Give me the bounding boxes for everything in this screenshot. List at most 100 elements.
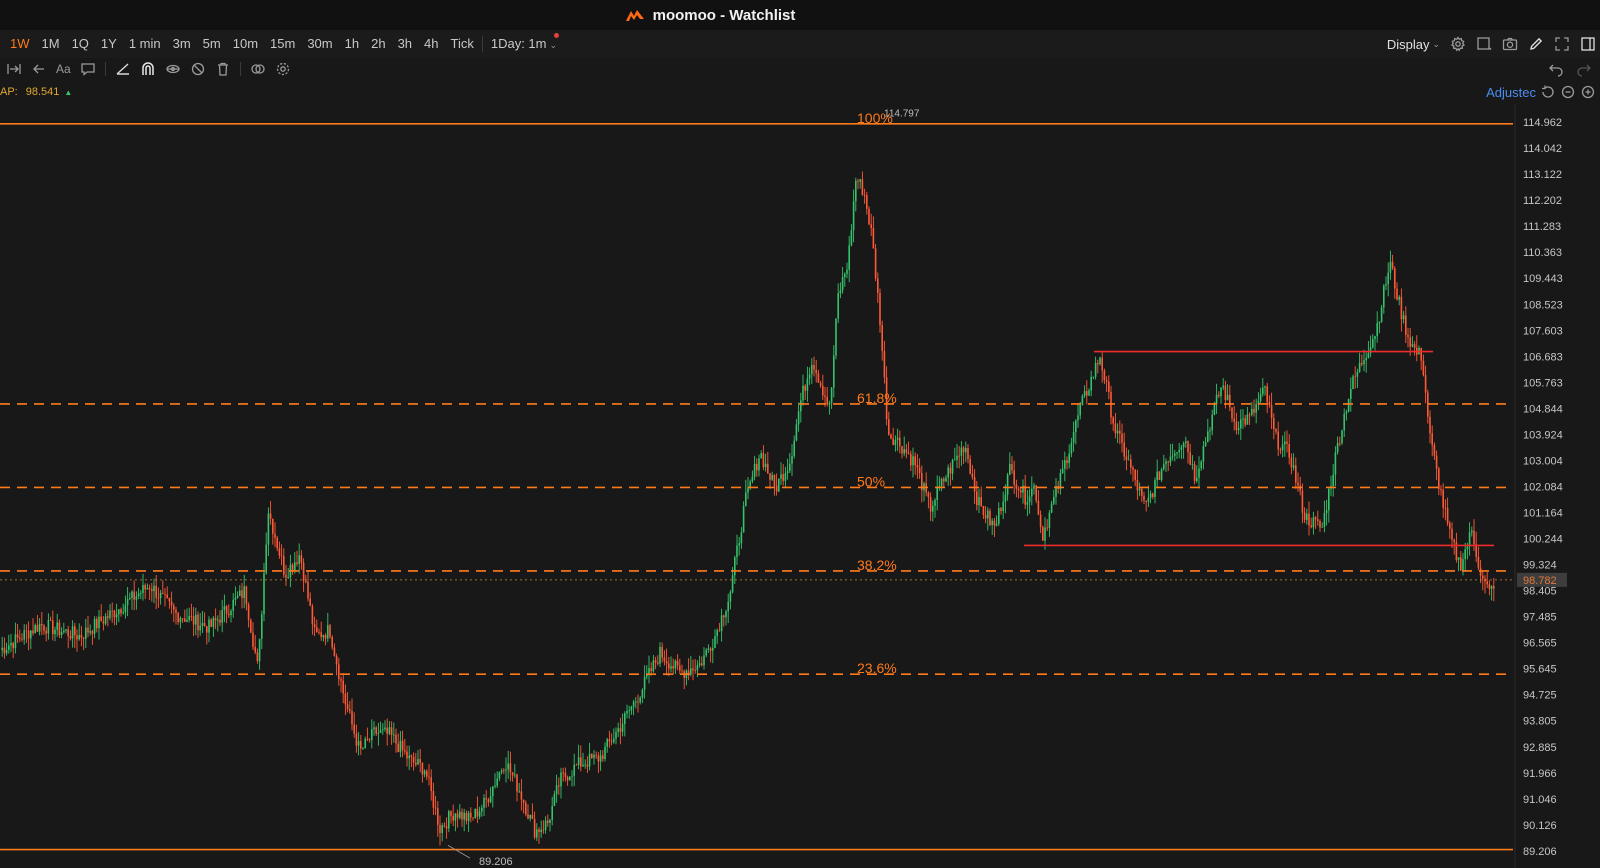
candle-body: [146, 587, 149, 590]
candle-body: [940, 478, 943, 487]
candle-body: [1174, 453, 1176, 456]
candle-body: [505, 769, 507, 771]
fit-width-icon[interactable]: [6, 61, 22, 77]
fullscreen-icon[interactable]: [1554, 36, 1570, 52]
candle-body: [1070, 442, 1073, 454]
compare-icon[interactable]: [250, 61, 266, 77]
hide-icon[interactable]: [190, 61, 206, 77]
camera-icon[interactable]: [1502, 36, 1518, 52]
period-tab-2h[interactable]: 2h: [365, 30, 391, 58]
candle-body: [1101, 357, 1103, 371]
period-tab-1m-month[interactable]: 1M: [36, 30, 66, 58]
pencil-icon[interactable]: [1528, 36, 1544, 52]
candle-body: [641, 689, 644, 698]
candle-body: [665, 661, 668, 664]
candle-body: [782, 474, 784, 481]
candle-body: [1042, 527, 1044, 541]
period-tab-4h[interactable]: 4h: [418, 30, 444, 58]
candle-body: [1387, 272, 1389, 285]
zoom-in-icon[interactable]: [1580, 84, 1596, 100]
period-tab-5m[interactable]: 5m: [197, 30, 227, 58]
candle-body: [542, 829, 545, 831]
title-bar: moomoo - Watchlist: [0, 0, 1600, 30]
candle-body: [179, 618, 182, 623]
drawing-settings-icon[interactable]: [275, 61, 291, 77]
candle-body: [1090, 376, 1092, 391]
period-tab-tick[interactable]: Tick: [445, 30, 480, 58]
candle-body: [1246, 414, 1249, 425]
text-tool-icon[interactable]: Aa: [56, 62, 71, 76]
period-tab-1h[interactable]: 1h: [339, 30, 365, 58]
period-tab-3m[interactable]: 3m: [167, 30, 197, 58]
candle-body: [188, 616, 190, 620]
period-tab-30m[interactable]: 30m: [301, 30, 338, 58]
candlestick-chart[interactable]: 114.962 114.042 113.122 112.202 111.283 110.3…: [0, 104, 1600, 868]
reset-icon[interactable]: [1540, 84, 1556, 100]
candle-body: [868, 208, 870, 225]
display-dropdown[interactable]: Display ⌄: [1387, 37, 1440, 52]
candle-body: [280, 555, 283, 557]
side-panel-icon[interactable]: [1580, 36, 1596, 52]
candle-body: [740, 532, 743, 544]
period-dropdown[interactable]: 1Day: 1m ⌄: [485, 30, 563, 58]
period-tab-10m[interactable]: 10m: [227, 30, 264, 58]
zoom-out-icon[interactable]: [1560, 84, 1576, 100]
period-tab-1q[interactable]: 1Q: [66, 30, 95, 58]
candle-body: [549, 819, 551, 823]
arrow-left-icon[interactable]: [31, 61, 47, 77]
period-tab-15m[interactable]: 15m: [264, 30, 301, 58]
candle-body: [1127, 459, 1130, 461]
undo-icon[interactable]: [1548, 61, 1564, 77]
candle-body: [934, 500, 936, 506]
candle-body: [533, 818, 536, 838]
candle-body: [1167, 461, 1169, 463]
candle-body: [551, 805, 553, 820]
y-axis-tick-label: 99.324: [1523, 560, 1557, 572]
candle-body: [703, 655, 705, 666]
candle-body: [745, 492, 747, 507]
candle-body: [751, 476, 754, 482]
candle-body: [1149, 493, 1152, 498]
candle-body: [949, 467, 952, 474]
candle-body: [342, 680, 344, 694]
redo-icon[interactable]: [1576, 61, 1592, 77]
period-tab-1y[interactable]: 1Y: [95, 30, 123, 58]
price-chart[interactable]: 114.962 114.042 113.122 112.202 111.283 110.3…: [0, 104, 1600, 868]
candle-body: [602, 755, 604, 760]
line-tool-icon[interactable]: [115, 61, 131, 77]
candle-body: [1409, 337, 1411, 347]
y-axis-tick-label: 107.603: [1523, 325, 1563, 337]
candle-body: [580, 757, 582, 767]
candle-body: [212, 618, 215, 627]
candle-body: [1336, 443, 1339, 453]
candle-body: [19, 637, 21, 639]
comment-icon[interactable]: [80, 61, 96, 77]
candle-body: [465, 812, 468, 821]
period-tab-3h[interactable]: 3h: [392, 30, 418, 58]
candle-body: [742, 506, 745, 533]
candle-body: [808, 374, 811, 379]
gear-icon[interactable]: [1450, 36, 1466, 52]
trash-icon[interactable]: [215, 61, 231, 77]
candle-body: [1039, 514, 1042, 528]
candle-body: [639, 697, 641, 703]
fib-level-label: 61.8%: [857, 390, 897, 406]
candle-body: [5, 649, 8, 654]
magnet-icon[interactable]: [140, 61, 156, 77]
candle-body: [285, 574, 287, 578]
candle-body: [454, 813, 457, 821]
candle-body: [540, 829, 542, 833]
candle-body: [960, 447, 963, 456]
period-tab-1min[interactable]: 1 min: [123, 30, 167, 58]
candle-body: [1446, 508, 1449, 524]
candle-body: [679, 665, 681, 671]
layout-square-icon[interactable]: [1476, 36, 1492, 52]
candle-body: [582, 764, 584, 767]
candle-body: [758, 458, 760, 471]
candle-body: [65, 629, 67, 631]
candle-body: [375, 727, 377, 734]
candle-body: [652, 660, 655, 672]
eye-lock-icon[interactable]: [165, 61, 181, 77]
adjusted-toggle[interactable]: Adjustec: [1486, 85, 1536, 100]
period-tab-1w[interactable]: 1W: [4, 30, 36, 58]
